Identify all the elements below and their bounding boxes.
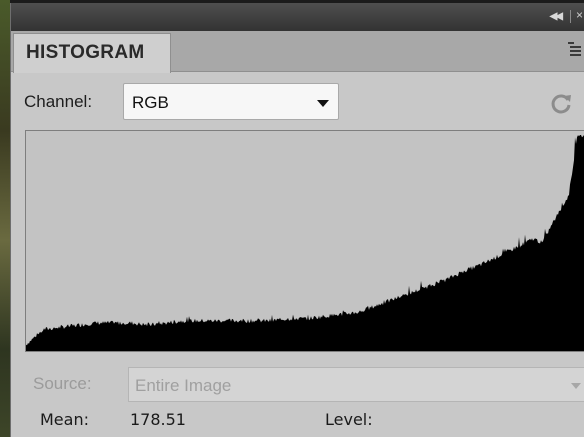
panel-titlebar: ◀◀ × (11, 3, 584, 31)
mean-value: 178.51 (130, 410, 186, 429)
channel-label: Channel: (24, 92, 93, 111)
refresh-icon[interactable] (549, 91, 573, 115)
histogram-svg (26, 135, 584, 351)
histogram-area (26, 135, 584, 351)
collapse-icon[interactable]: ◀◀ (550, 11, 563, 22)
close-icon[interactable]: × (576, 8, 583, 22)
tab-histogram-label: HISTOGRAM (26, 42, 145, 63)
background-image-strip (0, 0, 10, 437)
tab-histogram[interactable]: HISTOGRAM (13, 33, 171, 73)
histogram-panel: ◀◀ × HISTOGRAM Channel: RGB Source: Enti… (10, 3, 584, 437)
source-dropdown-value: Entire Image (135, 376, 232, 395)
source-label: Source: (33, 374, 92, 393)
level-label: Level: (325, 410, 373, 429)
titlebar-divider (570, 10, 571, 23)
chevron-down-icon (571, 383, 581, 389)
source-dropdown[interactable]: Entire Image (128, 367, 584, 402)
chevron-down-icon (317, 100, 329, 107)
mean-label: Mean: (40, 410, 89, 429)
histogram-chart (25, 130, 584, 352)
tab-row: HISTOGRAM (11, 31, 584, 73)
panel-menu-icon[interactable] (563, 42, 581, 56)
channel-dropdown[interactable]: RGB (123, 83, 339, 120)
channel-dropdown-value: RGB (132, 93, 169, 112)
